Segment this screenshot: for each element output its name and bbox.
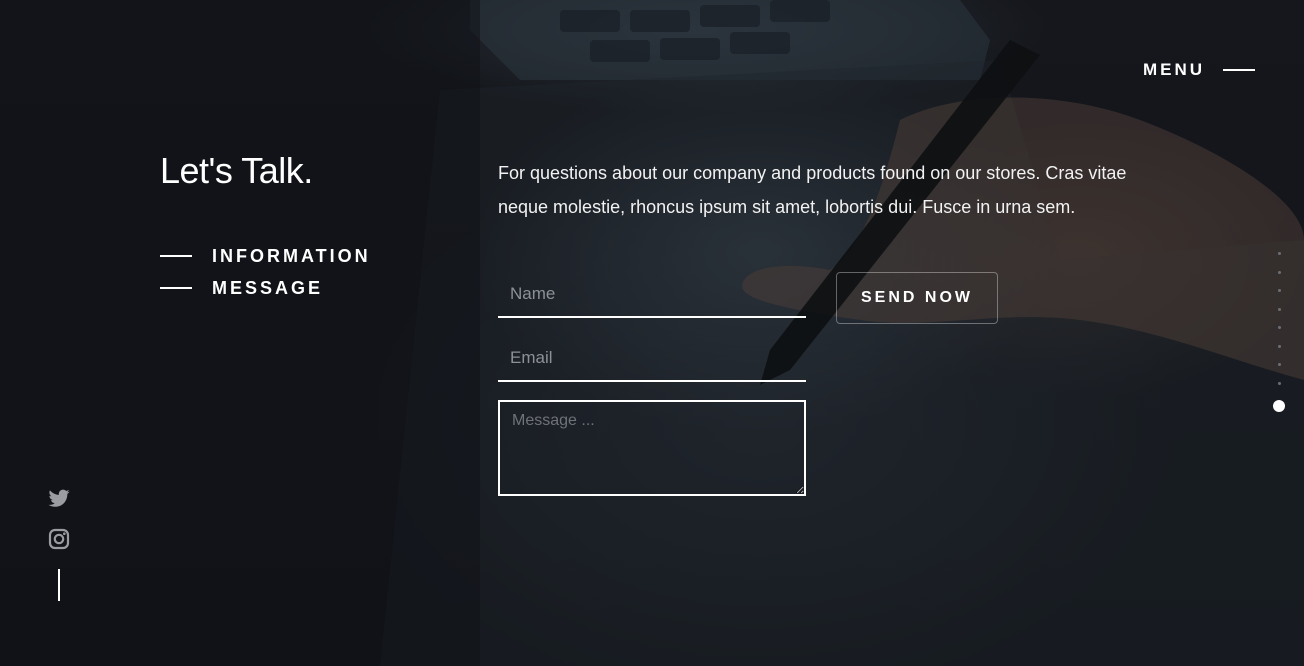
contact-form [498, 272, 806, 496]
pager-dot[interactable] [1277, 326, 1281, 329]
pager-dot[interactable] [1277, 381, 1281, 385]
pager-dot[interactable] [1277, 270, 1281, 274]
menu-label: MENU [1143, 60, 1206, 79]
social-divider-line [58, 569, 60, 601]
pager-dot-active[interactable] [1273, 400, 1285, 412]
section-nav: INFORMATION MESSAGE [160, 240, 371, 304]
contact-section: MENU Let's Talk. INFORMATION MESSAGE For… [0, 0, 1304, 666]
menu-line-icon [1223, 69, 1256, 71]
pager-dot[interactable] [1277, 307, 1281, 311]
pager-dot[interactable] [1277, 363, 1281, 366]
pager-dot[interactable] [1277, 289, 1281, 292]
nav-item-label: MESSAGE [212, 277, 324, 298]
dash-icon [160, 255, 192, 257]
nav-item-information[interactable]: INFORMATION [160, 240, 371, 272]
menu-button[interactable]: MENU [1143, 60, 1256, 80]
instagram-icon[interactable] [47, 527, 71, 551]
dash-icon [160, 287, 192, 289]
nav-item-message[interactable]: MESSAGE [160, 272, 371, 304]
social-links [47, 486, 71, 601]
twitter-icon[interactable] [47, 486, 71, 510]
nav-item-label: INFORMATION [212, 245, 371, 266]
email-field[interactable] [498, 336, 806, 382]
name-field[interactable] [498, 272, 806, 318]
message-field[interactable] [498, 400, 806, 496]
intro-text: For questions about our company and prod… [498, 163, 1127, 217]
pager-dot[interactable] [1277, 344, 1281, 348]
pager-dot[interactable] [1277, 252, 1281, 255]
section-pager [1272, 252, 1286, 412]
send-now-button[interactable]: SEND NOW [836, 272, 998, 324]
page-title: Let's Talk. [160, 150, 313, 191]
